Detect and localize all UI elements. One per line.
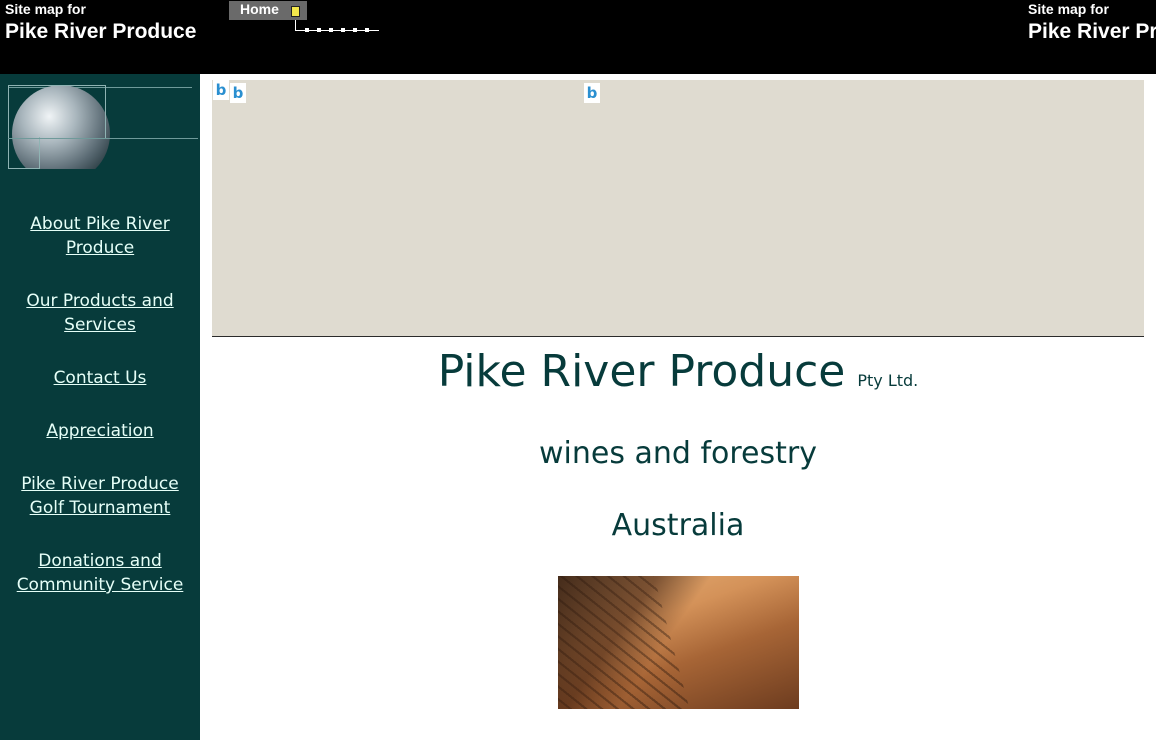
current-page-marker-icon	[291, 6, 300, 17]
company-suffix: Pty Ltd.	[857, 371, 919, 390]
page-title: Pike River Produce Pty Ltd.	[212, 342, 1144, 402]
sidebar-nav: About Pike River Produce Our Products an…	[0, 212, 200, 626]
sidebar-item-label: About Pike River	[30, 214, 170, 234]
company-name: Pike River Produce	[437, 346, 846, 397]
site-tree-node[interactable]	[365, 28, 369, 32]
site-map-title-right: Site map for Pike River Pr	[1028, 1, 1156, 47]
sidebar-item-golf[interactable]: Pike River Produce Golf Tournament	[10, 472, 190, 520]
site-map-site-name: Pike River Pr	[1028, 20, 1156, 43]
sidebar-item-products[interactable]: Our Products and Services	[10, 289, 190, 337]
site-map-label: Site map for	[5, 1, 86, 17]
broken-image-icon: b	[213, 80, 229, 100]
sidebar-item-label: Services	[64, 315, 136, 335]
banner-image-area: b b b	[212, 80, 1144, 337]
sidebar-item-appreciation[interactable]: Appreciation	[10, 419, 190, 443]
site-tree-node[interactable]	[329, 28, 333, 32]
sidebar-logo	[8, 85, 198, 169]
site-map-label: Site map for	[1028, 1, 1109, 17]
site-tree-connector	[295, 20, 296, 30]
sidebar-item-label: Appreciation	[46, 421, 154, 441]
site-tree-node[interactable]	[317, 28, 321, 32]
site-map-site-name: Pike River Produce	[5, 20, 197, 43]
sidebar-item-donations[interactable]: Donations and Community Service	[10, 549, 190, 597]
tagline: wines and forestry	[538, 436, 817, 471]
sidebar-item-label: Pike River Produce	[21, 474, 179, 494]
sand-dune-image	[558, 576, 799, 709]
dune-shadow	[558, 576, 799, 709]
site-map-title-left: Site map for Pike River Produce	[5, 1, 196, 47]
sidebar-item-about[interactable]: About Pike River Produce	[10, 212, 190, 260]
home-tab-label: Home	[240, 1, 279, 17]
country-label: Australia	[611, 508, 745, 543]
sidebar-item-label: Donations and	[38, 551, 162, 571]
site-tree-node[interactable]	[353, 28, 357, 32]
sidebar-item-label: Produce	[65, 238, 135, 258]
broken-image-icon: b	[230, 83, 246, 103]
broken-image-icon: b	[584, 83, 600, 103]
site-tree-node[interactable]	[341, 28, 345, 32]
site-tree-node[interactable]	[305, 28, 309, 32]
sidebar-item-label: Golf Tournament	[29, 498, 171, 518]
sidebar-item-label: Our Products and	[26, 291, 174, 311]
top-navigation-bar: Site map for Pike River Produce Home Sit…	[0, 0, 1156, 74]
sidebar-item-contact[interactable]: Contact Us	[10, 366, 190, 390]
sidebar-item-label: Community Service	[16, 575, 184, 595]
sidebar: About Pike River Produce Our Products an…	[0, 74, 200, 740]
home-tab[interactable]: Home	[229, 1, 307, 20]
logo-rule	[8, 138, 198, 139]
logo-frame	[8, 85, 106, 139]
sidebar-item-label: Contact Us	[53, 368, 147, 388]
logo-frame	[8, 137, 40, 169]
